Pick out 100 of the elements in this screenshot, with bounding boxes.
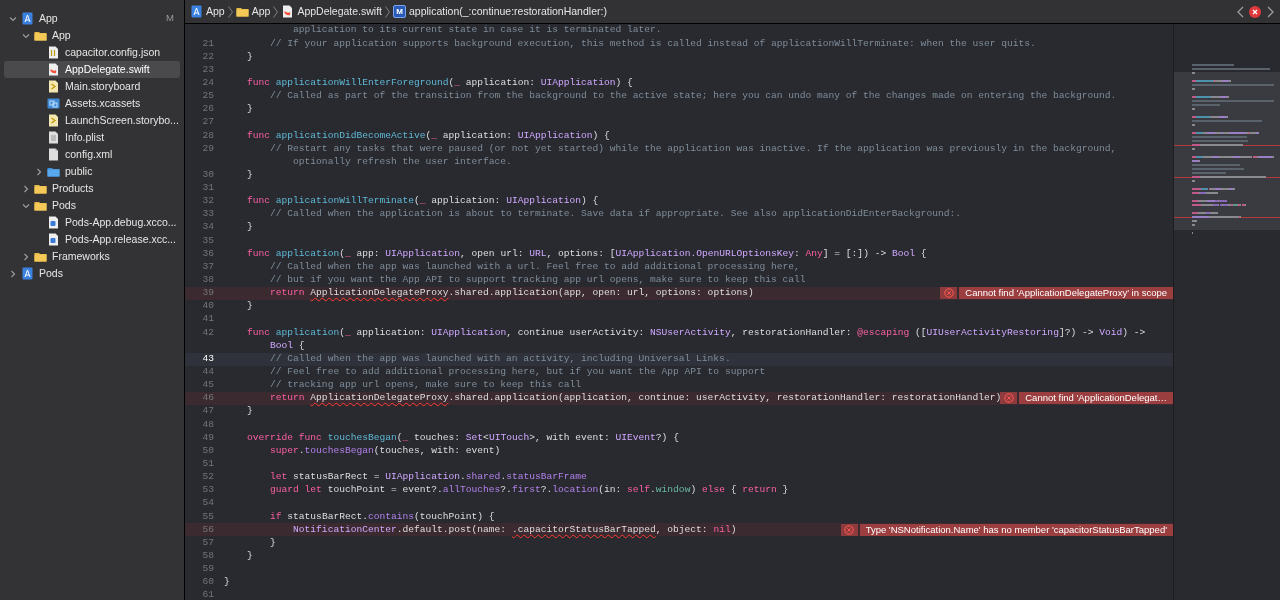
navigator-item[interactable]: public — [4, 163, 180, 180]
item-label: Pods-App.debug.xcco... — [65, 214, 178, 230]
chevron-right-icon[interactable] — [35, 167, 43, 176]
code-line: // Called when the app was launched with an activity, including Universal Links. — [269, 351, 731, 366]
code-line: } — [246, 167, 253, 182]
line-number: 21 — [201, 36, 214, 51]
code-line: } — [246, 404, 253, 419]
navigator-item[interactable]: AppDelegate.swift — [4, 61, 180, 78]
breadcrumb-item[interactable]: App — [235, 3, 271, 20]
item-label: Pods-App.release.xcc... — [65, 231, 177, 247]
breadcrumb-item[interactable]: AppDelegate.swift — [281, 3, 382, 20]
code-line: Bool { — [269, 338, 305, 353]
line-number: 36 — [201, 246, 214, 261]
chevron-right-icon[interactable] — [22, 252, 30, 261]
code-line: // Called when the app was launched with a url. Feel free to add additional processing here, — [269, 259, 800, 274]
json-file-icon — [47, 46, 60, 59]
code-line: super.touchesBegan(touches, with: event) — [269, 443, 501, 458]
method-badge: M — [393, 5, 406, 18]
error-icon-badge — [940, 287, 958, 300]
code-minimap[interactable] — [1173, 24, 1280, 600]
line-number: 44 — [201, 365, 214, 380]
error-message: Cannot find 'ApplicationDelegateProxy' in scope — [959, 287, 1173, 300]
navigator-item[interactable]: LaunchScreen.storybo... — [4, 112, 180, 129]
code-line: } — [246, 49, 253, 64]
code-line: // but if you want the App API to support tracking app url opens, make sure to keep this call — [269, 273, 806, 288]
code-line: let statusBarRect = UIApplication.shared.statusBarFrame — [269, 470, 587, 485]
project-file-icon — [190, 5, 203, 18]
item-label: config.xml — [65, 146, 114, 162]
folder-icon — [34, 182, 47, 195]
line-number: 47 — [201, 404, 214, 419]
item-label: App — [52, 27, 72, 43]
navigator-item[interactable]: Pods — [4, 197, 180, 214]
line-number: 59 — [201, 562, 214, 577]
chevron-right-icon — [1266, 5, 1274, 18]
navigator-item[interactable]: Products — [4, 180, 180, 197]
chevron-right-icon[interactable] — [22, 184, 30, 193]
code-line: // Restart any tasks that were paused (or not yet started) while the application was inactive. If the application was previously in the background, — [269, 141, 1117, 156]
code-line: optionally refresh the user interface. — [292, 154, 512, 169]
line-number: 38 — [201, 273, 214, 288]
line-number: 61 — [201, 588, 214, 600]
chevron-right-icon[interactable] — [9, 269, 17, 278]
line-number: 41 — [201, 312, 214, 327]
error-message: Type 'NSNotification.Name' has no member 'capacitorStatusBarTapped' — [859, 523, 1173, 536]
code-line: } — [269, 535, 276, 550]
chevron-down-icon[interactable] — [22, 31, 30, 40]
code-line: if statusBarRect.contains(touchPoint) { — [269, 509, 495, 524]
chevron-down-icon[interactable] — [22, 201, 30, 210]
line-number: 43 — [201, 351, 214, 366]
error-icon-badge — [840, 523, 858, 536]
code-line: return ApplicationDelegateProxy.shared.application(app, open: url, options: options) — [269, 286, 754, 301]
navigator-item[interactable]: Pods-App.debug.xcco... — [4, 214, 180, 231]
navigator-item[interactable]: Assets.xcassets — [4, 95, 180, 112]
project-file-icon — [21, 12, 34, 25]
item-label: public — [65, 163, 94, 179]
line-number: 29 — [201, 141, 214, 156]
line-number: 40 — [201, 299, 214, 314]
line-number: 28 — [201, 128, 214, 143]
path-separator-icon — [273, 5, 279, 18]
path-separator-icon — [227, 5, 233, 18]
navigator-item[interactable]: config.xml — [4, 146, 180, 163]
navigator-item[interactable]: Info.plist — [4, 129, 180, 146]
navigator-item[interactable]: Frameworks — [4, 248, 180, 265]
chevron-down-icon[interactable] — [9, 14, 17, 23]
storyboard-file-icon — [47, 80, 60, 93]
code-line: } — [246, 549, 253, 563]
item-label: Assets.xcassets — [65, 95, 142, 111]
line-number: 57 — [201, 535, 214, 550]
swift-file-icon — [47, 63, 60, 76]
code-line: func applicationDidBecomeActive(_ application: UIApplication) { — [246, 128, 610, 143]
line-number: 56 — [201, 522, 214, 537]
document-icon — [47, 148, 60, 161]
navigator-item[interactable]: App — [4, 27, 180, 44]
line-number: 55 — [201, 509, 214, 524]
navigator-item[interactable]: App M — [4, 10, 180, 27]
breadcrumb-item[interactable]: App — [190, 3, 225, 20]
item-label: Frameworks — [52, 248, 111, 264]
line-number: 24 — [201, 75, 214, 90]
line-number: 27 — [201, 115, 214, 130]
navigator-item[interactable]: capacitor.config.json — [4, 44, 180, 61]
folder-icon — [47, 165, 60, 178]
chevron-left-icon — [1236, 5, 1244, 18]
error-icon[interactable] — [1249, 5, 1261, 18]
line-number: 60 — [201, 575, 214, 590]
code-line: return ApplicationDelegateProxy.shared.application(application, continue: userActivity, restorationHandler: restorationHandler) — [269, 391, 1002, 406]
error-message: Cannot find 'ApplicationDelegat… — [1019, 392, 1173, 405]
navigator-item[interactable]: Main.storyboard — [4, 78, 180, 95]
line-number: 53 — [201, 483, 214, 498]
code-line: override func touchesBegan(_ touches: Set<UITouch>, with event: UIEvent?) { — [246, 430, 679, 445]
code-line: func applicationWillEnterForeground(_ application: UIApplication) { — [246, 75, 633, 90]
item-label: Pods — [52, 197, 77, 213]
breadcrumb-item[interactable]: M application(_:continue:restorationHandler:) — [393, 3, 607, 20]
navigator-item[interactable]: Pods — [4, 265, 180, 282]
item-label: Pods — [39, 265, 64, 281]
code-line: guard let touchPoint = event?.allTouches?.first?.location(in: self.window) else { return } — [269, 483, 789, 498]
assets-catalog-icon — [47, 97, 60, 110]
config-file-icon — [47, 233, 60, 246]
line-number: 22 — [201, 49, 214, 64]
code-line: NotificationCenter.default.post(name: .capacitorStatusBarTapped, object: nil) — [292, 522, 737, 537]
navigator-item[interactable]: Pods-App.release.xcc... — [4, 231, 180, 248]
line-number: 52 — [201, 470, 214, 485]
